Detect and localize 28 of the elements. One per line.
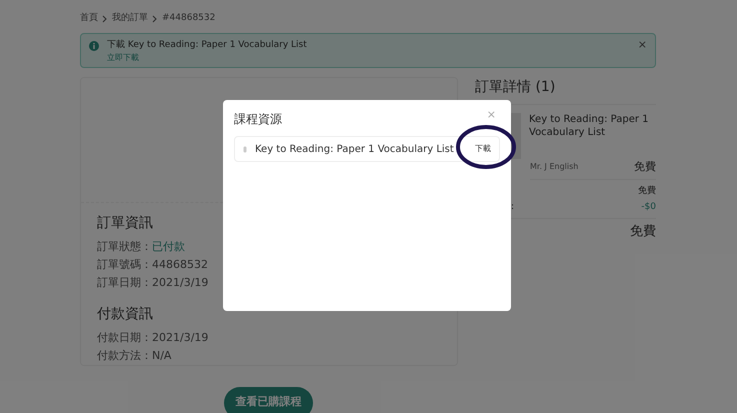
chevron-right-icon — [152, 14, 158, 23]
total-value: 免費 — [630, 223, 656, 241]
info-line: 訂單號碼：44868532 — [97, 256, 209, 272]
chevron-right-icon — [102, 14, 108, 23]
section-title: 訂單資訊 — [97, 214, 154, 232]
view-courses-button[interactable]: 查看已購課程 — [224, 386, 313, 413]
breadcrumb-link[interactable]: 首頁 — [80, 12, 98, 26]
info-icon — [89, 40, 99, 50]
download-now-link[interactable]: 立即下載 — [107, 52, 638, 62]
alert-message: 下載 Key to Reading: Paper 1 Vocabulary List — [107, 38, 308, 52]
paperclip-icon — [243, 146, 247, 152]
info-line: 付款日期：2021/3/19 — [97, 330, 210, 346]
info-line: 訂單狀態：已付款 — [97, 238, 186, 254]
discount-value: -$0 — [641, 200, 656, 214]
resource-name: Key to Reading: Paper 1 Vocabulary List — [255, 142, 455, 156]
info-line: 付款方法：N/A — [97, 348, 172, 364]
info-line: 訂單日期：2021/3/19 — [97, 274, 210, 290]
item-author: Mr. J English — [530, 160, 578, 173]
discount-label: : — [511, 200, 514, 214]
section-title: 付款資訊 — [97, 304, 154, 324]
modal-title: 課程資源 — [234, 111, 282, 128]
download-link[interactable]: 下載 — [475, 144, 491, 154]
subtotal-value: 免費 — [638, 185, 656, 198]
close-button[interactable]: × — [638, 38, 647, 50]
close-button[interactable]: × — [486, 110, 496, 120]
item-price: 免費 — [634, 158, 656, 174]
item-title: Key to Reading: Paper 1 Vocabulary List — [529, 112, 650, 140]
breadcrumb-link[interactable]: 我的訂單 — [112, 12, 148, 26]
